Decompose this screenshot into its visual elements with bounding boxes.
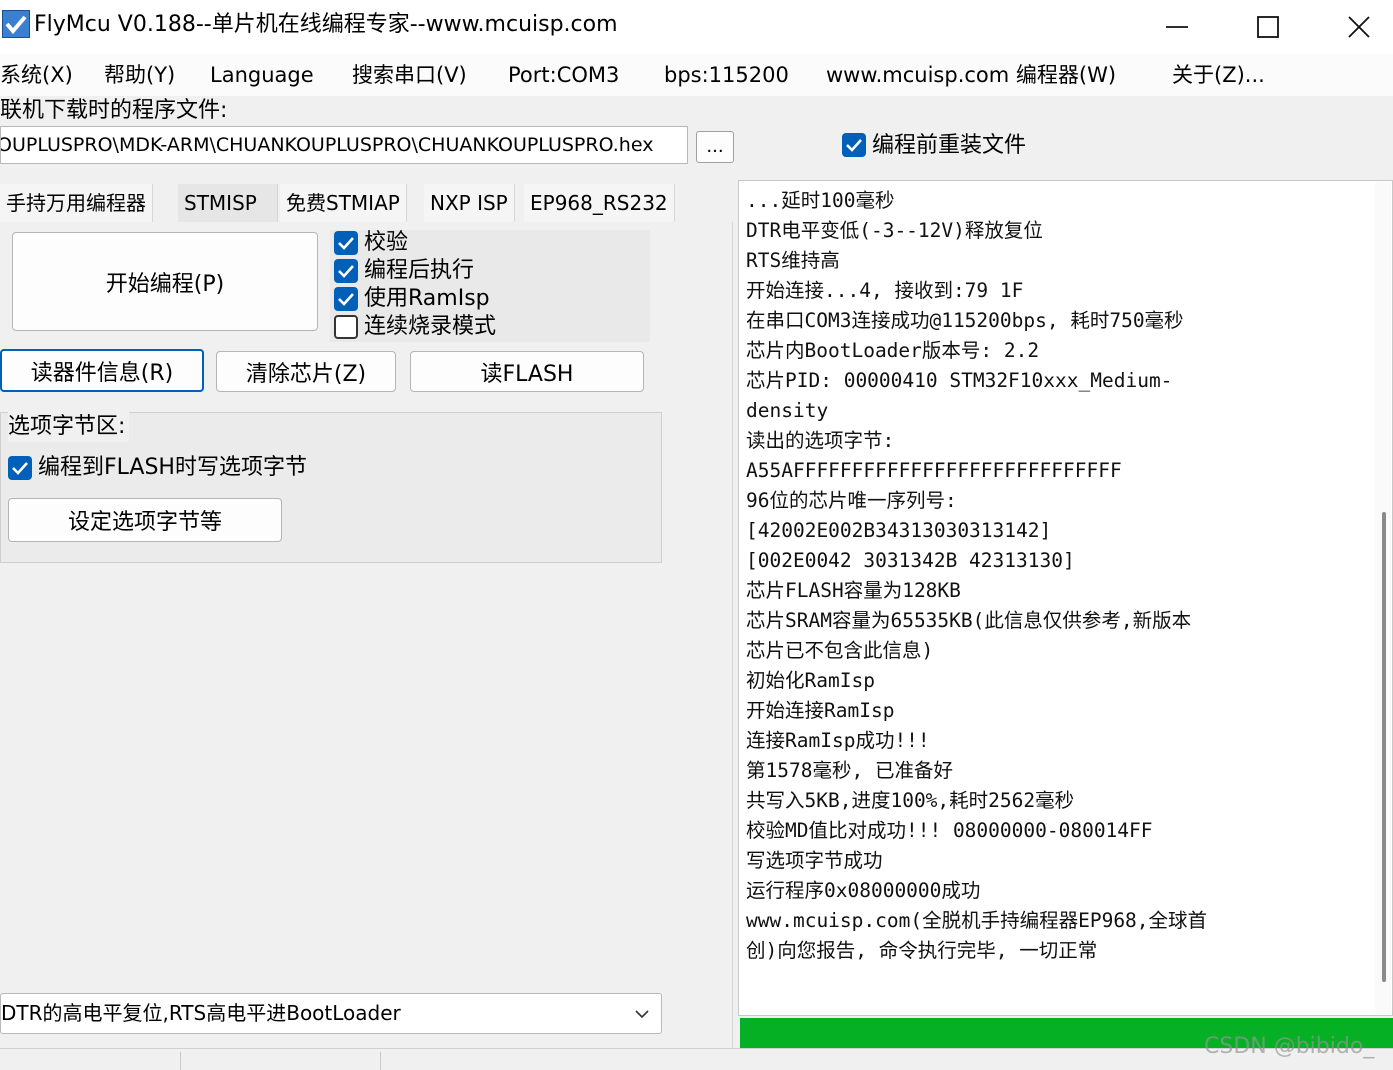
tab-handheld-programmer[interactable]: 手持万用编程器	[0, 184, 153, 222]
menu-bps[interactable]: bps:115200	[664, 54, 789, 96]
watermark: CSDN @bibido_	[1204, 1034, 1375, 1059]
close-button[interactable]	[1313, 0, 1393, 54]
log-line: 第1578毫秒, 已准备好	[746, 759, 953, 782]
read-device-info-button[interactable]: 读器件信息(R)	[0, 349, 204, 392]
log-line: 在串口COM3连接成功@115200bps, 耗时750毫秒	[746, 309, 1184, 332]
log-line: 开始连接...4, 接收到:79 1F	[746, 279, 1024, 302]
log-line: 芯片SRAM容量为65535KB(此信息仅供参考,新版本	[746, 609, 1192, 632]
log-lines: ...延时100毫秒 DTR电平变低(-3--12V)释放复位 RTS维持高开始连接…	[746, 186, 1366, 966]
log-line: 芯片内BootLoader版本号: 2.2	[746, 339, 1040, 362]
log-line: density	[746, 399, 829, 422]
maximize-button[interactable]	[1222, 0, 1314, 54]
log-line: [42002E002B34313030313142]	[746, 519, 1052, 542]
chevron-down-icon	[632, 1004, 652, 1024]
close-icon	[1348, 16, 1370, 38]
checkbox-checked-icon	[334, 259, 358, 283]
reload-file-label: 编程前重装文件	[872, 133, 1027, 158]
erase-chip-button[interactable]: 清除芯片(Z)	[216, 351, 396, 392]
menu-help[interactable]: 帮助(Y)	[104, 54, 175, 96]
dtr-rts-mode-select[interactable]: DTR的高电平复位,RTS高电平进BootLoader	[0, 993, 662, 1034]
use-ramisp-label: 使用RamIsp	[364, 286, 490, 311]
continuous-burn-checkbox[interactable]	[334, 315, 358, 339]
status-separator	[380, 1052, 381, 1070]
status-bar	[0, 1048, 1393, 1070]
menu-system[interactable]: 系统(X)	[0, 54, 73, 96]
log-line: DTR电平变低(-3--12V)释放复位	[746, 219, 1043, 242]
reload-file-checkbox[interactable]	[842, 133, 866, 157]
tab-ep968[interactable]: EP968_RS232	[524, 184, 675, 222]
checkbox-checked-icon	[8, 456, 32, 480]
log-line: ...延时100毫秒	[746, 189, 895, 212]
log-line: 96位的芯片唯一序列号:	[746, 489, 957, 512]
start-programming-button[interactable]: 开始编程(P)	[12, 232, 318, 331]
minimize-icon	[1166, 26, 1188, 28]
log-line: 连接RamIsp成功!!!	[746, 729, 930, 752]
option-bytes-title: 选项字节区:	[8, 412, 130, 442]
set-option-bytes-button[interactable]: 设定选项字节等	[8, 498, 282, 542]
menu-port[interactable]: Port:COM3	[508, 54, 619, 96]
menu-about[interactable]: 关于(Z)...	[1172, 54, 1265, 96]
log-line: 开始连接RamIsp	[746, 699, 895, 722]
file-label: 联机下载时的程序文件:	[0, 98, 228, 123]
checkbox-unchecked-icon	[334, 315, 358, 339]
run-after-program-checkbox[interactable]	[334, 259, 358, 283]
log-line: [002E0042 3031342B 42313130]	[746, 549, 1075, 572]
tab-stmisp[interactable]: STMISP	[178, 184, 278, 222]
tab-nxp-isp[interactable]: NXP ISP	[424, 184, 515, 222]
window-title: FlyMcu V0.188--单片机在线编程专家--www.mcuisp.com	[34, 12, 618, 37]
log-line: 运行程序0x08000000成功	[746, 879, 981, 902]
browse-button[interactable]: ...	[696, 131, 734, 163]
checkbox-checked-icon	[842, 133, 866, 157]
use-ramisp-checkbox[interactable]	[334, 287, 358, 311]
write-option-bytes-checkbox[interactable]	[8, 456, 32, 480]
maximize-icon	[1257, 16, 1279, 38]
log-line: 芯片PID: 00000410 STM32F10xxx_Medium-	[746, 369, 1173, 392]
minimize-button[interactable]	[1131, 0, 1223, 54]
log-line: 共写入5KB,进度100%,耗时2562毫秒	[746, 789, 1075, 812]
tab-free-stmiap[interactable]: 免费STMIAP	[280, 184, 407, 222]
file-path-input[interactable]: OUPLUSPRO\MDK-ARM\CHUANKOUPLUSPRO\CHUANK…	[0, 126, 688, 164]
file-path-value: OUPLUSPRO\MDK-ARM\CHUANKOUPLUSPRO\CHUANK…	[0, 134, 654, 156]
checkbox-checked-icon	[334, 287, 358, 311]
log-line: 芯片已不包含此信息)	[746, 639, 934, 662]
status-separator	[180, 1052, 181, 1070]
menu-programmer[interactable]: www.mcuisp.com 编程器(W)	[826, 54, 1116, 96]
continuous-burn-label: 连续烧录模式	[364, 314, 497, 339]
run-after-program-label: 编程后执行	[364, 258, 475, 283]
log-line: RTS维持高	[746, 249, 840, 272]
menu-search-port[interactable]: 搜索串口(V)	[352, 54, 467, 96]
log-line: 初始化RamIsp	[746, 669, 875, 692]
log-line: 创)向您报告, 命令执行完毕, 一切正常	[746, 939, 1098, 962]
log-line: A55AFFFFFFFFFFFFFFFFFFFFFFFFFFFF	[746, 459, 1122, 482]
write-option-bytes-label: 编程到FLASH时写选项字节	[38, 455, 307, 480]
flymcu-check-icon	[2, 10, 30, 38]
log-line: 读出的选项字节:	[746, 429, 895, 452]
verify-label: 校验	[364, 230, 409, 255]
verify-checkbox[interactable]	[334, 231, 358, 255]
dtr-rts-mode-value: DTR的高电平复位,RTS高电平进BootLoader	[1, 1001, 401, 1025]
menu-language[interactable]: Language	[210, 54, 314, 96]
log-line: 校验MD值比对成功!!! 08000000-080014FF	[746, 819, 1153, 842]
log-line: 芯片FLASH容量为128KB	[746, 579, 961, 602]
stmisp-panel	[0, 222, 733, 1048]
log-line: 写选项字节成功	[746, 849, 883, 872]
log-line: www.mcuisp.com(全脱机手持编程器EP968,全球首	[746, 909, 1208, 932]
log-scroll-thumb[interactable]	[1382, 512, 1386, 982]
checkbox-checked-icon	[334, 231, 358, 255]
read-flash-button[interactable]: 读FLASH	[410, 351, 644, 392]
